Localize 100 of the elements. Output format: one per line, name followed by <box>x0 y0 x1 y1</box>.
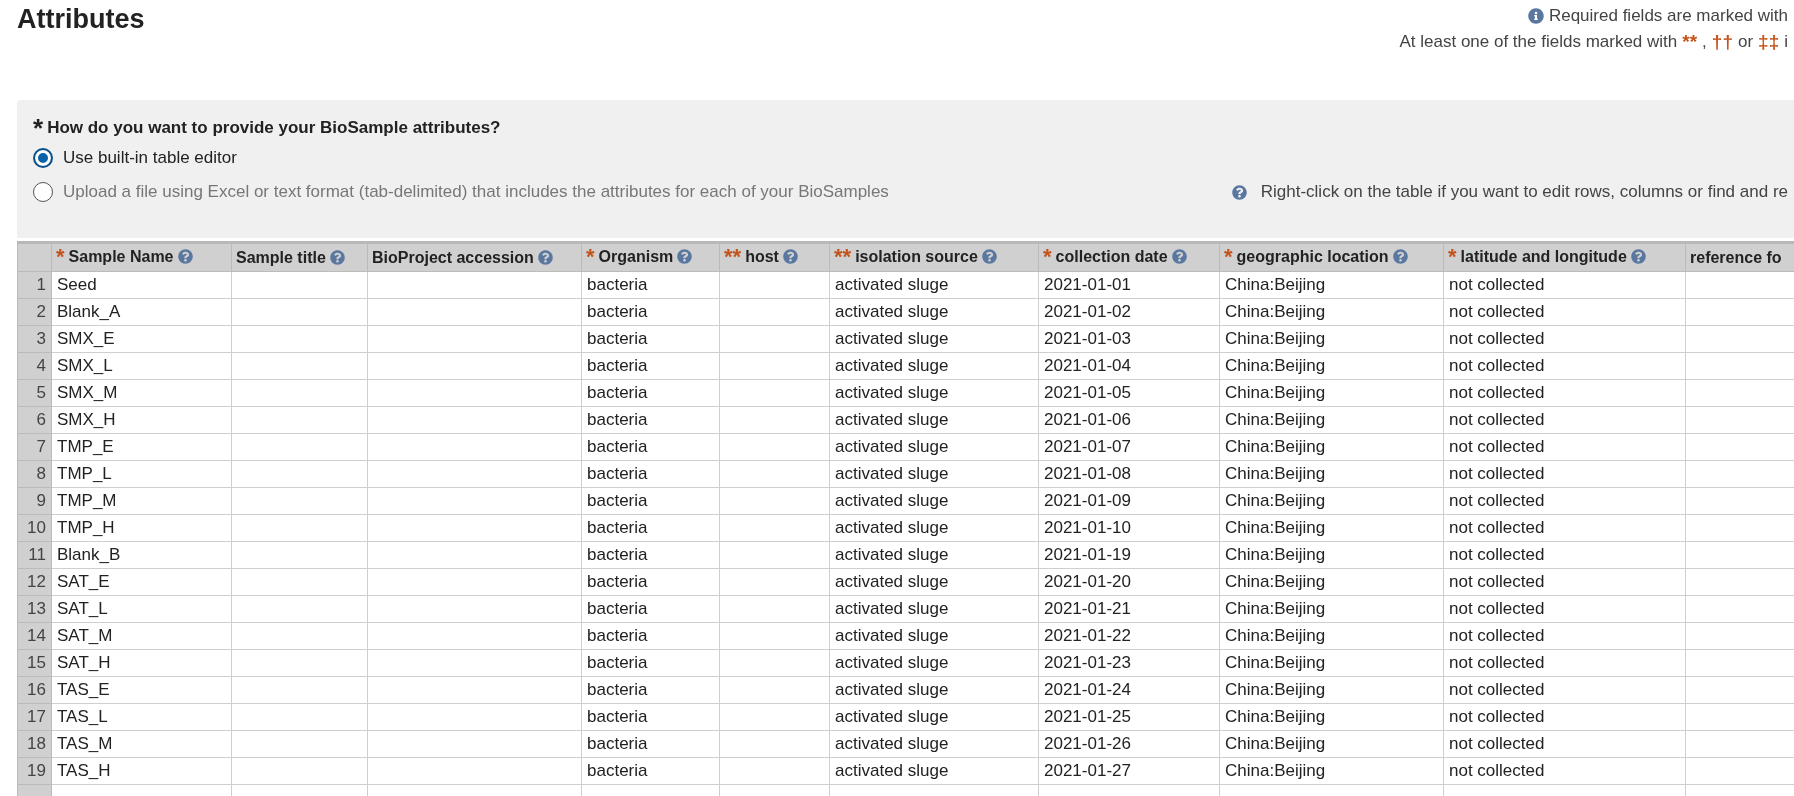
table-cell[interactable]: China:Beijing <box>1219 649 1444 677</box>
table-cell[interactable]: activated sluge <box>829 730 1039 758</box>
table-cell[interactable]: bacteria <box>581 325 720 353</box>
table-cell[interactable]: China:Beijing <box>1219 379 1444 407</box>
table-cell[interactable]: China:Beijing <box>1219 541 1444 569</box>
column-header[interactable]: BioProject accession <box>367 242 582 272</box>
table-cell[interactable]: 2021-01-23 <box>1038 649 1220 677</box>
table-cell[interactable]: bacteria <box>581 568 720 596</box>
table-cell[interactable]: activated sluge <box>829 433 1039 461</box>
table-cell[interactable]: SAT_H <box>51 649 232 677</box>
table-cell[interactable]: activated sluge <box>829 406 1039 434</box>
radio-option[interactable]: Upload a file using Excel or text format (tab-delimited) that includes the attributes for each of your BioSamples <box>33 182 889 202</box>
table-cell[interactable]: Seed <box>51 271 232 299</box>
table-cell[interactable]: 2021-01-24 <box>1038 676 1220 704</box>
table-cell[interactable]: TAS_H <box>51 757 232 785</box>
radio-button[interactable] <box>33 148 53 168</box>
table-cell[interactable]: activated sluge <box>829 541 1039 569</box>
help-icon[interactable] <box>1630 249 1646 264</box>
table-cell[interactable]: China:Beijing <box>1219 271 1444 299</box>
help-icon[interactable] <box>537 250 553 265</box>
table-cell[interactable]: 2021-01-10 <box>1038 514 1220 542</box>
table-cell[interactable]: bacteria <box>581 730 720 758</box>
table-cell[interactable]: 2021-01-22 <box>1038 622 1220 650</box>
table-cell[interactable]: activated sluge <box>829 460 1039 488</box>
column-header[interactable]: ** isolation source <box>829 242 1039 272</box>
table-cell[interactable]: 2021-01-01 <box>1038 271 1220 299</box>
table-cell[interactable]: Blank_B <box>51 541 232 569</box>
table-cell[interactable]: TMP_L <box>51 460 232 488</box>
table-cell[interactable]: activated sluge <box>829 487 1039 515</box>
table-cell[interactable]: not collected <box>1443 514 1686 542</box>
column-header[interactable]: * latitude and longitude <box>1443 242 1686 272</box>
table-cell[interactable]: China:Beijing <box>1219 730 1444 758</box>
table-cell[interactable]: activated sluge <box>829 676 1039 704</box>
table-cell[interactable]: not collected <box>1443 541 1686 569</box>
column-header[interactable]: * Sample Name <box>51 242 232 272</box>
table-cell[interactable]: bacteria <box>581 649 720 677</box>
table-cell[interactable]: bacteria <box>581 433 720 461</box>
table-cell[interactable]: bacteria <box>581 676 720 704</box>
table-cell[interactable]: activated sluge <box>829 757 1039 785</box>
help-icon[interactable] <box>1171 249 1187 264</box>
table-cell[interactable]: not collected <box>1443 568 1686 596</box>
table-cell[interactable]: TMP_E <box>51 433 232 461</box>
help-icon[interactable] <box>329 250 345 265</box>
table-cell[interactable]: 2021-01-06 <box>1038 406 1220 434</box>
table-cell[interactable]: TMP_M <box>51 487 232 515</box>
table-cell[interactable]: not collected <box>1443 352 1686 380</box>
table-cell[interactable]: TAS_E <box>51 676 232 704</box>
table-cell[interactable]: 2021-01-03 <box>1038 325 1220 353</box>
table-cell[interactable]: not collected <box>1443 433 1686 461</box>
help-icon[interactable] <box>1231 184 1247 200</box>
table-cell[interactable]: bacteria <box>581 622 720 650</box>
table-cell[interactable]: activated sluge <box>829 649 1039 677</box>
table-cell[interactable]: bacteria <box>581 514 720 542</box>
column-header[interactable]: Sample title <box>231 242 368 272</box>
table-cell[interactable]: SAT_L <box>51 595 232 623</box>
table-cell[interactable]: China:Beijing <box>1219 568 1444 596</box>
table-cell[interactable]: not collected <box>1443 379 1686 407</box>
column-header[interactable]: reference fo <box>1685 242 1794 272</box>
table-cell[interactable]: 2021-01-21 <box>1038 595 1220 623</box>
table-cell[interactable]: bacteria <box>581 379 720 407</box>
table-cell[interactable]: 2021-01-19 <box>1038 541 1220 569</box>
table-cell[interactable]: not collected <box>1443 676 1686 704</box>
table-cell[interactable]: not collected <box>1443 649 1686 677</box>
table-cell[interactable]: TMP_H <box>51 514 232 542</box>
column-header[interactable]: * collection date <box>1038 242 1220 272</box>
help-icon[interactable] <box>782 249 798 264</box>
table-cell[interactable]: China:Beijing <box>1219 433 1444 461</box>
table-cell[interactable]: China:Beijing <box>1219 514 1444 542</box>
table-cell[interactable]: not collected <box>1443 325 1686 353</box>
table-cell[interactable]: 2021-01-05 <box>1038 379 1220 407</box>
table-cell[interactable]: not collected <box>1443 271 1686 299</box>
table-cell[interactable]: China:Beijing <box>1219 298 1444 326</box>
table-cell[interactable]: SMX_M <box>51 379 232 407</box>
table-cell[interactable]: 2021-01-27 <box>1038 757 1220 785</box>
table-cell[interactable]: 2021-01-20 <box>1038 568 1220 596</box>
table-cell[interactable]: not collected <box>1443 406 1686 434</box>
table-cell[interactable]: not collected <box>1443 460 1686 488</box>
table-cell[interactable]: China:Beijing <box>1219 595 1444 623</box>
help-icon[interactable] <box>177 249 193 264</box>
table-cell[interactable]: not collected <box>1443 730 1686 758</box>
table-cell[interactable]: TAS_M <box>51 730 232 758</box>
help-icon[interactable] <box>981 249 997 264</box>
table-cell[interactable]: China:Beijing <box>1219 460 1444 488</box>
table-cell[interactable]: 2021-01-25 <box>1038 703 1220 731</box>
table-cell[interactable]: activated sluge <box>829 703 1039 731</box>
table-cell[interactable]: bacteria <box>581 298 720 326</box>
table-cell[interactable]: bacteria <box>581 541 720 569</box>
column-header[interactable]: ** host <box>719 242 830 272</box>
table-cell[interactable]: SMX_H <box>51 406 232 434</box>
table-cell[interactable]: SAT_E <box>51 568 232 596</box>
table-cell[interactable]: China:Beijing <box>1219 676 1444 704</box>
table-cell[interactable]: China:Beijing <box>1219 406 1444 434</box>
table-cell[interactable]: bacteria <box>581 406 720 434</box>
table-cell[interactable]: bacteria <box>581 352 720 380</box>
table-cell[interactable]: SMX_E <box>51 325 232 353</box>
table-cell[interactable]: 2021-01-08 <box>1038 460 1220 488</box>
table-cell[interactable]: not collected <box>1443 595 1686 623</box>
table-cell[interactable]: activated sluge <box>829 568 1039 596</box>
radio-button[interactable] <box>33 182 53 202</box>
column-header[interactable]: * geographic location <box>1219 242 1444 272</box>
